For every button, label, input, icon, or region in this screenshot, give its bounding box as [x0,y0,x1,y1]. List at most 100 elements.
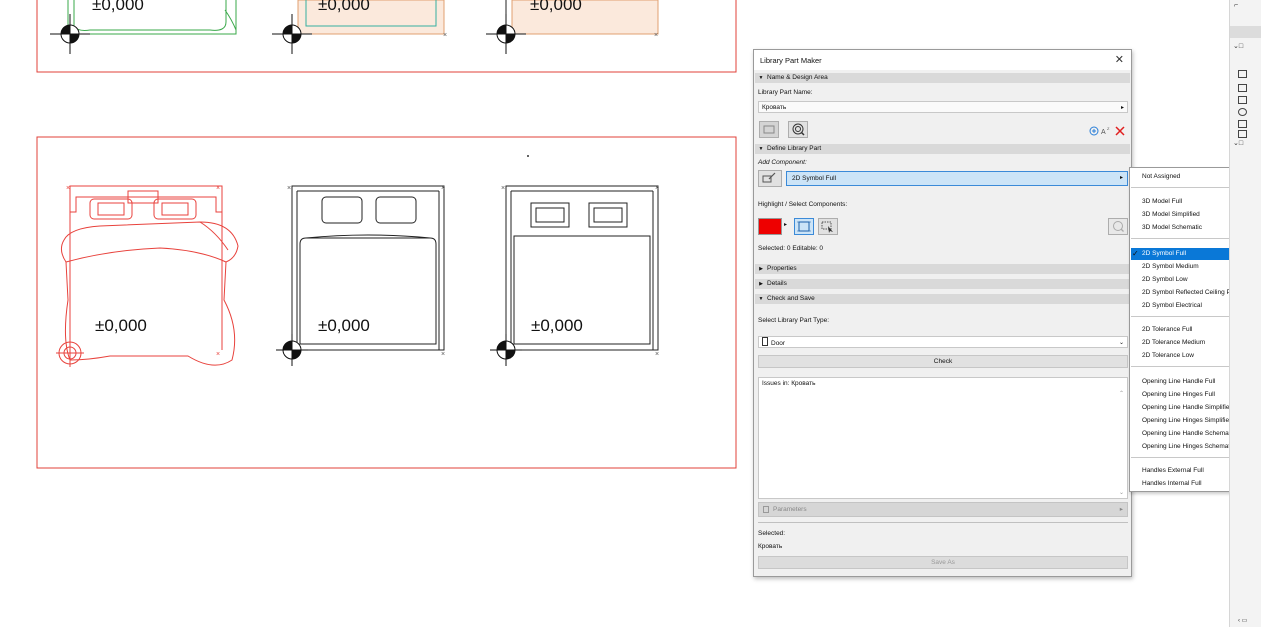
level-label-top-1: ±0,000 [92,0,144,14]
highlight-color-swatch[interactable] [758,218,782,235]
section-name-design-area[interactable]: ▼ Name & Design Area [755,73,1130,83]
section-label: Check and Save [767,295,815,302]
divider [758,522,1128,523]
origin-marker-3[interactable] [490,334,522,366]
issues-text: Issues in: Кровать [762,380,816,387]
small-dot [527,155,529,157]
selected-editable-count: Selected: 0 Editable: 0 [758,245,824,252]
chevron-icon[interactable]: ⌐ [1234,2,1238,9]
library-part-name-value: Кровать [762,104,787,111]
add-component-label: Add Component: [758,159,807,166]
selected-value: Кровать [758,543,783,550]
section-properties[interactable]: ▶ Properties [755,264,1130,274]
select-frame-icon [797,221,811,232]
select-type-label: Select Library Part Type: [758,317,830,324]
zoom-selection-button[interactable] [1108,218,1128,235]
corner-mark: × [654,32,658,39]
section-label: Properties [767,265,797,272]
bed-red-selected[interactable]: × × × [56,185,239,367]
color-dropdown-arrow-icon[interactable]: ▸ [784,221,787,228]
parameters-label: Parameters [773,506,807,513]
svg-text:×: × [655,185,659,192]
level-label-2: ±0,000 [318,316,370,335]
dialog-titlebar[interactable]: Library Part Maker ✕ [754,50,1131,70]
corner-mark: × [443,32,447,39]
plan-frame [36,136,737,469]
svg-text:×: × [66,185,70,192]
scroll-down-icon[interactable]: ⌄ [1119,489,1124,496]
menu-item-label: 2D Symbol Full [1142,250,1187,257]
dialog-title: Library Part Maker [760,56,822,65]
selected-label: Selected: [758,530,786,537]
right-toolbar: ⌐ ⌄□ ⌄□ ‹ ▭ [1229,0,1261,627]
layout-icon[interactable] [1238,130,1247,138]
library-part-type-select[interactable]: Door ⌄ [758,336,1128,348]
delete-icon[interactable] [1115,126,1125,136]
worksheet-icon[interactable] [1238,120,1247,128]
level-label-1: ±0,000 [95,316,147,335]
issues-panel[interactable]: Issues in: Кровать ⌃ ⌄ [758,377,1128,499]
expand-arrow-icon: ▶ [759,281,763,287]
section-details[interactable]: ▶ Details [755,279,1130,289]
design-area-button[interactable] [759,121,779,138]
top-bed-peach-2[interactable] [505,0,659,35]
section-label: Details [767,280,787,287]
collapse-arrow-icon: ▼ [758,146,764,152]
chevron-right-icon: ▸ [1119,175,1123,181]
check-button[interactable]: Check [758,355,1128,368]
chevron-down-icon[interactable]: ⌄□ [1233,42,1243,50]
component-select[interactable]: 2D Symbol Full ▸ [786,171,1128,186]
scroll-up-icon[interactable]: ⌃ [1119,390,1124,397]
svg-text:×: × [287,185,291,192]
section-label: Name & Design Area [767,74,828,81]
checkmark-icon: ✓ [1132,249,1139,258]
pick-component-button[interactable] [818,218,838,235]
section-check-and-save[interactable]: ▼ Check and Save [755,294,1130,304]
highlight-label: Highlight / Select Components: [758,201,848,208]
origin-marker-top-1[interactable] [50,14,90,54]
floor-plan-icon[interactable] [1238,84,1247,92]
collapse-arrow-icon: ▼ [758,75,764,81]
chevron-down-icon[interactable]: ⌄□ [1233,139,1243,147]
chevron-down-icon: ⌄ [1118,340,1124,346]
add-icon[interactable] [1089,126,1099,136]
close-icon[interactable]: ✕ [1115,53,1124,66]
svg-text:×: × [655,351,659,358]
cursor-select-icon [821,221,833,233]
svg-text:A: A [1101,129,1106,136]
section-icon[interactable] [1238,96,1247,104]
parameters-button[interactable]: Parameters ▸ [758,502,1128,517]
chevron-right-icon: ▸ [1119,506,1123,513]
zoom-icon [792,123,805,136]
svg-text:×: × [501,185,505,192]
select-components-button[interactable] [794,218,814,235]
add-component-button[interactable] [758,170,782,187]
rename-icon[interactable]: AZ [1101,126,1110,136]
library-part-name-label: Library Part Name: [758,89,813,96]
chevron-right-icon: ▸ [1120,105,1124,111]
expand-arrow-icon: ▶ [759,266,763,272]
parameters-icon [763,506,769,513]
design-area-tools: AZ [1089,126,1125,136]
zoom-icon [1113,221,1124,232]
door-icon [762,337,768,346]
origin-marker-2[interactable] [276,334,308,366]
library-part-maker-dialog: Library Part Maker ✕ ▼ Name & Design Area… [753,49,1132,577]
svg-text:×: × [441,185,445,192]
library-part-name-field[interactable]: Кровать ▸ [758,101,1128,113]
level-label-3: ±0,000 [531,316,583,335]
save-as-button[interactable]: Save As [758,556,1128,569]
section-define-library-part[interactable]: ▼ Define Library Part [755,144,1130,154]
svg-text:×: × [441,351,445,358]
scroll-icon[interactable]: ‹ ▭ [1238,617,1247,624]
house-icon[interactable] [1238,70,1247,78]
zoom-to-part-button[interactable] [788,121,808,138]
section-label: Define Library Part [767,145,822,152]
detail-icon[interactable] [1238,108,1247,116]
level-label-top-2: ±0,000 [318,0,370,14]
svg-text:×: × [216,351,220,358]
component-select-value: 2D Symbol Full [792,175,837,182]
library-part-type-value: Door [771,340,786,347]
toolbar-highlight [1230,26,1261,38]
rectangle-select-icon [763,125,775,134]
